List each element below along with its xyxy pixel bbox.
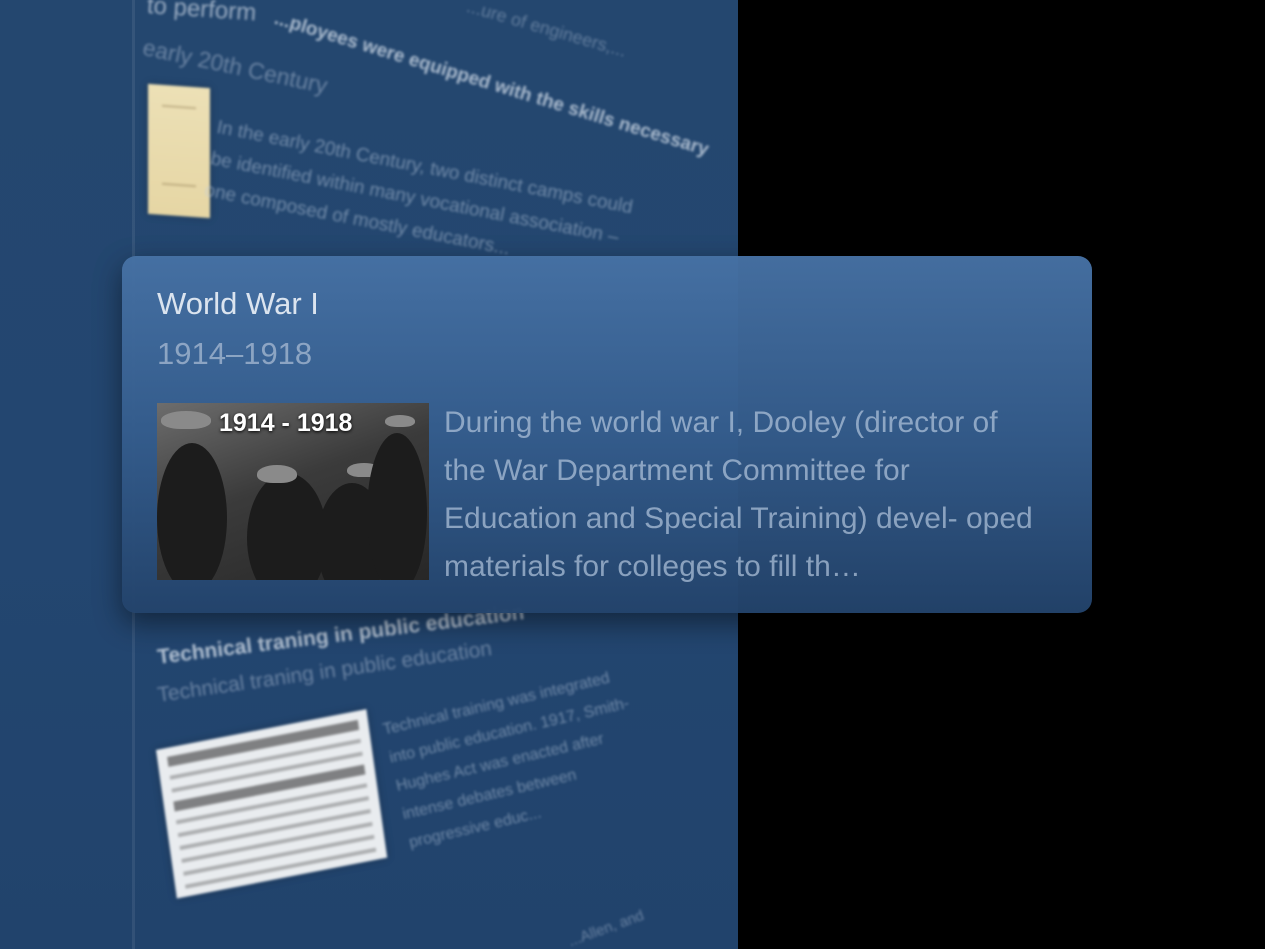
newspaper-thumbnail[interactable] (156, 709, 388, 899)
next-entry-fragment: ...Allen, and (566, 906, 647, 949)
prev-entry-title-fragment: to perform (146, 0, 258, 27)
timeline-event-card[interactable]: World War I 1914–1918 1914 - 1918 During… (122, 256, 1092, 613)
document-thumbnail[interactable] (148, 83, 210, 219)
event-description: During the world war I, Dooley (director… (444, 406, 1033, 583)
timeline-entry-body: Technical training was integrated into p… (381, 669, 631, 852)
prev-entry-header-fragment: ...ure of engineers,... (464, 0, 629, 61)
event-title: World War I (157, 286, 319, 321)
event-photo[interactable]: 1914 - 1918 (157, 403, 429, 580)
event-photo-caption: 1914 - 1918 (219, 409, 353, 437)
event-date: 1914–1918 (157, 336, 313, 371)
